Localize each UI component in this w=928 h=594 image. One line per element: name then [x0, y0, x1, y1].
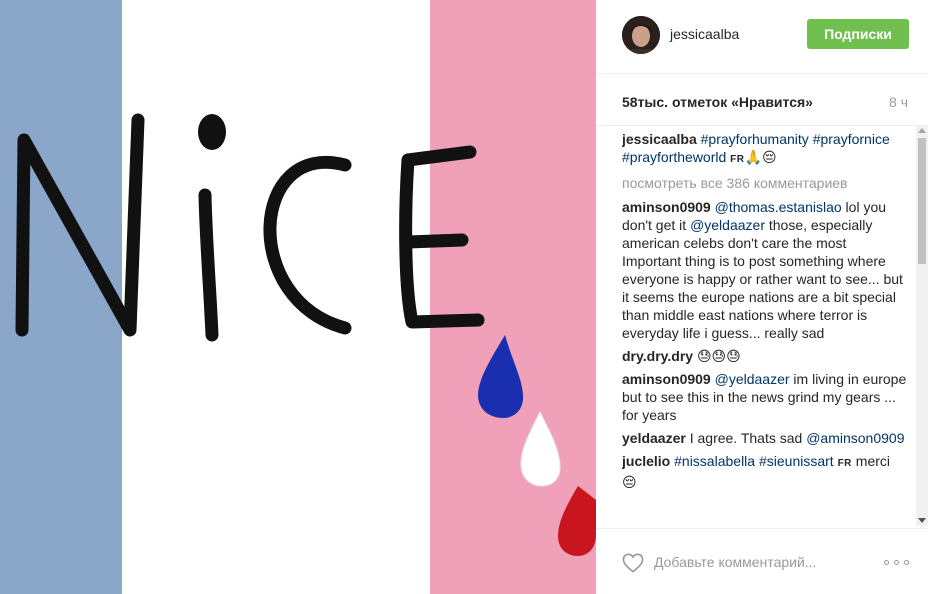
- post-author-username[interactable]: jessicaalba: [670, 26, 739, 42]
- caption: jessicaalba #prayforhumanity #prayfornic…: [622, 130, 908, 169]
- post-header: jessicaalba Подписки: [596, 0, 928, 74]
- post-time[interactable]: 8 ч: [889, 94, 908, 110]
- heart-icon[interactable]: [622, 553, 644, 573]
- comments-scrollbar[interactable]: [916, 126, 928, 526]
- mention-link[interactable]: @aminson0909: [806, 430, 904, 446]
- more-dot: [884, 560, 889, 565]
- likes-count[interactable]: 58тыс. отметок «Нравится»: [622, 94, 813, 110]
- hashtag-link[interactable]: #prayforhumanity: [701, 131, 809, 147]
- hashtag-link[interactable]: #sieunissart: [759, 453, 834, 469]
- comment-item: aminson0909 @yeldaazer im living in euro…: [622, 370, 908, 424]
- comment-text: 😓😓😓: [696, 348, 741, 364]
- avatar-image: [622, 16, 660, 54]
- comment-item: dry.dry.dry 😓😓😓: [622, 347, 908, 365]
- post-image[interactable]: [0, 0, 596, 594]
- comment-text: I agree. Thats sad: [689, 430, 807, 446]
- comment-author[interactable]: dry.dry.dry: [622, 348, 693, 364]
- hashtag-link[interactable]: #prayfortheworld: [622, 149, 726, 165]
- view-all-comments-link[interactable]: посмотреть все 386 комментариев: [622, 174, 908, 192]
- comment-author[interactable]: juclelio: [622, 453, 670, 469]
- follow-button[interactable]: Подписки: [807, 19, 909, 49]
- scroll-up-arrow-icon[interactable]: [918, 128, 926, 133]
- mention-link[interactable]: @thomas.estanislao: [715, 199, 842, 215]
- avatar[interactable]: [622, 16, 660, 54]
- comments-list[interactable]: jessicaalba #prayforhumanity #prayfornic…: [622, 130, 908, 528]
- add-comment-input[interactable]: [654, 551, 854, 573]
- comment-text: those, especially american celebs don't …: [622, 217, 903, 341]
- likes-row: 58тыс. отметок «Нравится» 8 ч: [596, 74, 928, 126]
- caption-emoji: 🙏😔: [744, 149, 777, 165]
- comment-author[interactable]: yeldaazer: [622, 430, 686, 446]
- post-details-panel: jessicaalba Подписки 58тыс. отметок «Нра…: [596, 0, 928, 594]
- caption-author[interactable]: jessicaalba: [622, 131, 697, 147]
- comment-item: aminson0909 @thomas.estanislao lol you d…: [622, 198, 908, 342]
- post-image-artwork: [0, 0, 596, 594]
- flag-emoji: FR: [730, 154, 745, 165]
- mention-link[interactable]: @yeldaazer: [715, 371, 790, 387]
- comment-item: juclelio #nissalabella #sieunissart FR m…: [622, 452, 908, 491]
- hashtag-link[interactable]: #prayfornice: [813, 131, 890, 147]
- comment-author[interactable]: aminson0909: [622, 199, 711, 215]
- flag-white-stripe: [122, 0, 430, 594]
- flag-emoji: FR: [837, 458, 852, 469]
- post-footer: [596, 528, 928, 594]
- more-dot: [904, 560, 909, 565]
- i-dot: [198, 114, 226, 150]
- comment-item: yeldaazer I agree. Thats sad @aminson090…: [622, 429, 908, 447]
- more-dot: [894, 560, 899, 565]
- comment-author[interactable]: aminson0909: [622, 371, 711, 387]
- more-options-icon[interactable]: [884, 553, 910, 571]
- mention-link[interactable]: @yeldaazer: [690, 217, 765, 233]
- scrollbar-thumb[interactable]: [918, 138, 926, 264]
- scroll-down-arrow-icon[interactable]: [918, 518, 926, 523]
- hashtag-link[interactable]: #nissalabella: [674, 453, 755, 469]
